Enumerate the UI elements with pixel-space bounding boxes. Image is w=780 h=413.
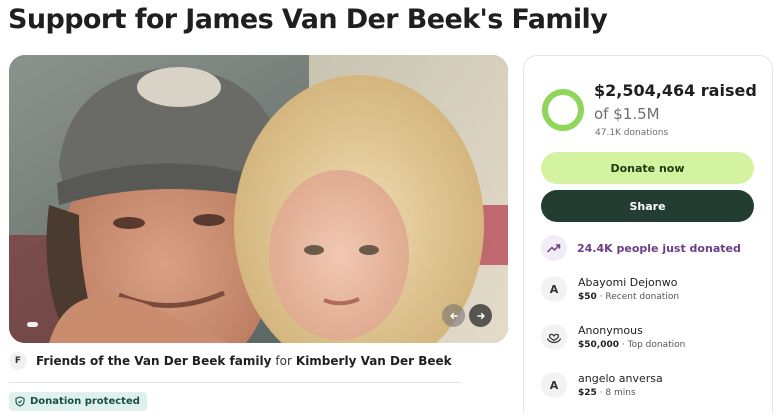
arrow-right-icon — [476, 312, 485, 319]
donor-amount: $50 — [578, 292, 597, 302]
donor-name: Abayomi Dejonwo — [578, 276, 678, 289]
arrow-left-icon — [449, 312, 458, 319]
donor-item: Anonymous $50,000 · Top donation — [541, 324, 685, 350]
goal-amount: of $1.5M — [594, 105, 660, 123]
carousel-next-button[interactable] — [469, 304, 492, 327]
shield-icon — [15, 396, 25, 407]
donor-amount: $25 — [578, 388, 597, 398]
donor-note: · 8 mins — [599, 388, 636, 398]
progress-ring-fill — [542, 89, 584, 131]
organizer-avatar: F — [9, 352, 27, 370]
donation-protected-label: Donation protected — [30, 396, 140, 407]
donor-name: Anonymous — [578, 324, 643, 337]
donor-avatar: A — [541, 372, 567, 398]
trend-text: 24.4K people just donated — [577, 241, 741, 255]
raised-amount: $2,504,464 raised — [594, 81, 757, 100]
organizer-for-text: for — [275, 354, 292, 368]
page-title: Support for James Van Der Beek's Family — [8, 4, 608, 35]
organizer-name[interactable]: Friends of the Van Der Beek family — [36, 354, 271, 368]
donor-amount: $50,000 — [578, 340, 619, 350]
donor-note: · Recent donation — [599, 292, 680, 302]
heart-hands-icon — [546, 333, 562, 344]
trending-up-icon — [547, 244, 561, 253]
donor-note: · Top donation — [621, 340, 686, 350]
donor-avatar: A — [541, 276, 567, 302]
share-button[interactable]: Share — [541, 190, 754, 222]
donor-item: A angelo anversa $25 · 8 mins — [541, 372, 663, 398]
campaign-photo-carousel[interactable] — [9, 55, 508, 343]
trend-icon-container — [541, 235, 567, 261]
donor-name: angelo anversa — [578, 372, 663, 385]
donor-avatar — [541, 324, 567, 350]
section-divider — [9, 382, 461, 383]
campaign-photo — [9, 55, 508, 343]
donations-count: 47.1K donations — [595, 128, 669, 138]
donation-protected-badge[interactable]: Donation protected — [9, 392, 147, 411]
beneficiary-name[interactable]: Kimberly Van Der Beek — [296, 354, 452, 368]
carousel-dot-active[interactable] — [27, 322, 38, 327]
carousel-prev-button[interactable] — [442, 304, 465, 327]
organizer-row: F Friends of the Van Der Beek family for K… — [9, 352, 452, 370]
donate-now-button[interactable]: Donate now — [541, 152, 754, 184]
donation-sidebar: $2,504,464 raised of $1.5M 47.1K donatio… — [523, 55, 773, 413]
donor-item: A Abayomi Dejonwo $50 · Recent donation — [541, 276, 679, 302]
progress-ring — [542, 89, 584, 131]
donation-trend: 24.4K people just donated — [541, 235, 741, 261]
carousel-indicator — [27, 322, 38, 327]
